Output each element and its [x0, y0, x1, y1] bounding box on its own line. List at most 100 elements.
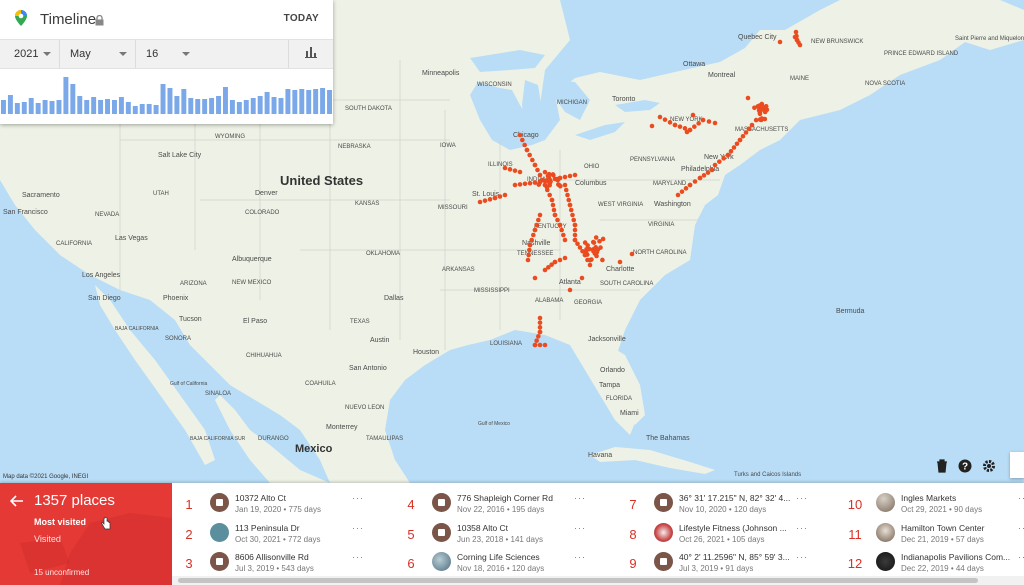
location-dot[interactable] [712, 162, 718, 168]
location-dot[interactable] [552, 212, 558, 218]
location-dot[interactable] [562, 237, 568, 243]
location-dot[interactable] [679, 189, 685, 194]
location-dot[interactable] [477, 199, 483, 205]
location-dot[interactable] [593, 249, 598, 255]
location-dot[interactable] [522, 181, 528, 187]
location-dot[interactable] [777, 39, 783, 45]
location-dot[interactable] [537, 325, 543, 330]
activity-bar[interactable] [257, 96, 263, 114]
location-dot[interactable] [743, 130, 749, 135]
activity-bar[interactable] [98, 100, 104, 114]
year-select[interactable]: 2021 [0, 40, 60, 68]
location-dot[interactable] [598, 245, 603, 250]
activity-bar[interactable] [285, 89, 291, 114]
horizontal-scrollbar[interactable] [172, 576, 1024, 585]
location-dot[interactable] [532, 227, 538, 233]
activity-bar[interactable] [271, 97, 277, 114]
location-dot[interactable] [567, 202, 573, 208]
location-dot[interactable] [517, 169, 523, 175]
location-dot[interactable] [562, 182, 568, 188]
location-dot[interactable] [552, 259, 558, 265]
activity-bar[interactable] [236, 102, 242, 114]
activity-bar[interactable] [299, 89, 305, 114]
location-dot[interactable] [731, 145, 737, 150]
place-item[interactable]: 10 Ingles Markets Oct 29, 2021 • 90 days ··… [844, 488, 1024, 518]
place-item[interactable]: 8 Lifestyle Fitness (Johnson ... Oct 26, 2… [622, 518, 832, 548]
location-dot[interactable] [536, 334, 541, 339]
location-dot[interactable] [697, 175, 703, 181]
activity-bar[interactable] [21, 102, 27, 114]
location-dot[interactable] [497, 194, 503, 199]
activity-bar[interactable] [292, 90, 298, 114]
activity-bar[interactable] [118, 97, 124, 114]
more-options-icon[interactable]: ··· [574, 523, 586, 533]
activity-bar[interactable] [146, 104, 152, 114]
location-dot[interactable] [728, 148, 734, 154]
location-dot[interactable] [687, 182, 693, 188]
place-item[interactable]: 9 40° 2' 11.2596" N, 85° 59' 3... Jul 3, 2… [622, 547, 832, 577]
location-dot[interactable] [568, 207, 574, 213]
location-dot[interactable] [537, 212, 543, 218]
location-dot[interactable] [537, 329, 543, 335]
location-dot[interactable] [550, 202, 556, 208]
place-item[interactable]: 11 Hamilton Town Center Dec 21, 2019 • 57 … [844, 518, 1024, 548]
activity-bar[interactable] [77, 96, 83, 114]
location-dot[interactable] [562, 255, 568, 261]
location-dot[interactable] [562, 174, 568, 180]
bar-chart-button[interactable] [288, 40, 333, 68]
activity-bar[interactable] [181, 89, 187, 114]
location-dot[interactable] [542, 342, 548, 348]
activity-bar[interactable] [42, 100, 48, 114]
more-options-icon[interactable]: ··· [352, 552, 364, 562]
location-dot[interactable] [534, 222, 539, 228]
location-dot[interactable] [649, 123, 655, 129]
activity-bar[interactable] [229, 100, 235, 114]
location-dot[interactable] [753, 117, 759, 123]
location-dot[interactable] [721, 156, 726, 161]
location-dot[interactable] [522, 142, 527, 148]
location-dot[interactable] [692, 179, 698, 184]
location-dot[interactable] [675, 192, 681, 198]
activity-bar[interactable] [188, 98, 194, 114]
location-dot[interactable] [555, 177, 560, 183]
activity-bar[interactable] [327, 90, 332, 114]
location-dot[interactable] [740, 133, 746, 139]
place-item[interactable]: 3 8606 Allisonville Rd Jul 3, 2019 • 543 d… [178, 547, 388, 577]
location-dot[interactable] [512, 182, 518, 188]
location-dot[interactable] [759, 116, 765, 121]
location-dot[interactable] [527, 247, 532, 253]
settings-icon[interactable] [982, 459, 996, 478]
location-dot[interactable] [672, 122, 678, 128]
location-dot[interactable] [662, 117, 668, 122]
location-dot[interactable] [759, 106, 765, 112]
location-dot[interactable] [667, 120, 673, 125]
location-dot[interactable] [701, 173, 707, 178]
location-dot[interactable] [557, 222, 563, 228]
activity-bar[interactable] [243, 100, 249, 114]
location-dot[interactable] [555, 217, 560, 223]
activity-bar[interactable] [202, 99, 208, 114]
location-dot[interactable] [531, 232, 536, 238]
location-dot[interactable] [572, 232, 578, 238]
day-select[interactable]: 16 [136, 40, 198, 68]
activity-bar[interactable] [306, 90, 312, 114]
location-dot[interactable] [537, 342, 543, 348]
activity-bar[interactable] [63, 77, 69, 114]
location-dot[interactable] [557, 183, 562, 188]
location-dot[interactable] [536, 217, 541, 223]
location-dot[interactable] [537, 320, 543, 325]
activity-bar[interactable] [1, 100, 6, 114]
place-item[interactable]: 5 10358 Alto Ct Jun 23, 2018 • 141 days ··· [400, 518, 610, 548]
location-dot[interactable] [527, 152, 532, 158]
activity-bar[interactable] [14, 103, 20, 114]
location-dot[interactable] [530, 157, 535, 163]
activity-bar[interactable] [153, 105, 159, 114]
activity-bar[interactable] [49, 101, 55, 114]
location-dot[interactable] [571, 217, 577, 223]
activity-bar[interactable] [125, 102, 131, 114]
location-dot[interactable] [492, 195, 498, 201]
location-dot[interactable] [709, 167, 715, 173]
activity-bar[interactable] [112, 100, 117, 114]
location-dot[interactable] [561, 232, 566, 238]
activity-bar[interactable] [216, 96, 221, 114]
